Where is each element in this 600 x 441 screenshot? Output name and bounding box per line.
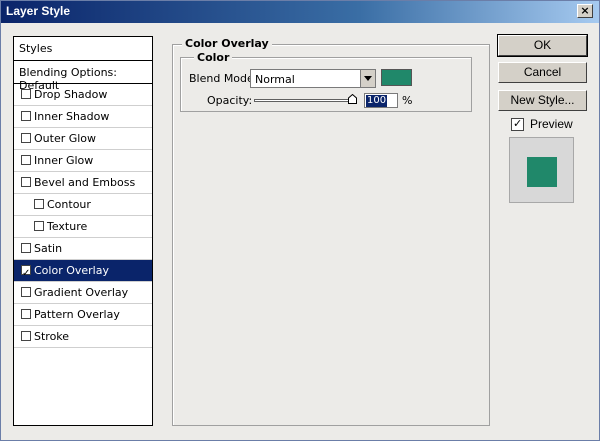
style-checkbox-texture[interactable] xyxy=(34,221,44,231)
color-overlay-title: Color Overlay xyxy=(182,37,272,50)
opacity-value: 100 xyxy=(366,95,388,107)
style-item-label: Satin xyxy=(34,242,63,255)
style-item-label: Gradient Overlay xyxy=(34,286,129,299)
blend-mode-label: Blend Mode: xyxy=(189,72,258,85)
blend-mode-value: Normal xyxy=(255,73,295,86)
style-item-label: Color Overlay xyxy=(34,264,109,277)
style-item-label: Drop Shadow xyxy=(34,88,108,101)
opacity-slider-track[interactable] xyxy=(254,99,357,102)
style-checkbox-outer-glow[interactable] xyxy=(21,133,31,143)
checkmark-icon: ✓ xyxy=(513,117,523,130)
style-item-color-overlay[interactable]: ✓ Color Overlay xyxy=(14,260,152,282)
opacity-label: Opacity: xyxy=(207,94,253,107)
title-bar[interactable]: Layer Style × xyxy=(1,1,599,23)
style-item-label: Bevel and Emboss xyxy=(34,176,136,189)
color-group-title: Color xyxy=(194,51,233,64)
style-item-pattern-overlay[interactable]: Pattern Overlay xyxy=(14,304,152,326)
style-item-contour[interactable]: Contour xyxy=(14,194,152,216)
style-checkbox-stroke[interactable] xyxy=(21,331,31,341)
preview-checkbox[interactable]: ✓ xyxy=(511,117,524,131)
blending-options-item[interactable]: Blending Options: Default xyxy=(14,61,152,92)
style-item-texture[interactable]: Texture xyxy=(14,216,152,238)
style-checkbox-pattern-overlay[interactable] xyxy=(21,309,31,319)
cancel-button[interactable]: Cancel xyxy=(498,62,587,83)
style-item-label: Pattern Overlay xyxy=(34,308,120,321)
overlay-color-swatch[interactable] xyxy=(381,69,412,86)
percent-unit: % xyxy=(402,94,413,107)
style-checkbox-contour[interactable] xyxy=(34,199,44,209)
dialog-title: Layer Style xyxy=(6,4,71,18)
style-checkbox-color-overlay[interactable]: ✓ xyxy=(21,265,31,279)
style-checkbox-inner-glow[interactable] xyxy=(21,155,31,165)
style-item-inner-glow[interactable]: Inner Glow xyxy=(14,150,152,172)
preview-thumbnail xyxy=(509,137,574,203)
styles-header[interactable]: Styles xyxy=(14,37,152,61)
preview-label: Preview xyxy=(530,117,573,131)
styles-list: Styles Blending Options: Default Drop Sh… xyxy=(13,36,153,426)
style-item-stroke[interactable]: Stroke xyxy=(14,326,152,348)
style-item-outer-glow[interactable]: Outer Glow xyxy=(14,128,152,150)
preview-color-square xyxy=(527,157,557,187)
opacity-input[interactable]: 100 xyxy=(364,93,398,108)
style-item-drop-shadow[interactable]: Drop Shadow xyxy=(14,84,152,106)
style-item-gradient-overlay[interactable]: Gradient Overlay xyxy=(14,282,152,304)
close-button[interactable]: × xyxy=(577,4,593,18)
style-checkbox-satin[interactable] xyxy=(21,243,31,253)
style-item-bevel-and-emboss[interactable]: Bevel and Emboss xyxy=(14,172,152,194)
style-item-label: Stroke xyxy=(34,330,70,343)
style-item-label: Texture xyxy=(47,220,88,233)
ok-button[interactable]: OK xyxy=(497,34,588,57)
style-item-label: Outer Glow xyxy=(34,132,97,145)
style-item-label: Inner Glow xyxy=(34,154,94,167)
opacity-slider-thumb[interactable] xyxy=(348,94,357,104)
style-item-inner-shadow[interactable]: Inner Shadow xyxy=(14,106,152,128)
style-item-label: Inner Shadow xyxy=(34,110,110,123)
style-checkbox-gradient-overlay[interactable] xyxy=(21,287,31,297)
style-item-label: Contour xyxy=(47,198,91,211)
style-checkbox-drop-shadow[interactable] xyxy=(21,89,31,99)
close-icon: × xyxy=(580,4,590,17)
style-checkbox-bevel-and-emboss[interactable] xyxy=(21,177,31,187)
style-item-satin[interactable]: Satin xyxy=(14,238,152,260)
blend-mode-select[interactable]: Normal xyxy=(250,69,376,88)
chevron-down-icon[interactable] xyxy=(360,70,375,87)
style-checkbox-inner-shadow[interactable] xyxy=(21,111,31,121)
new-style-button[interactable]: New Style... xyxy=(498,90,587,111)
